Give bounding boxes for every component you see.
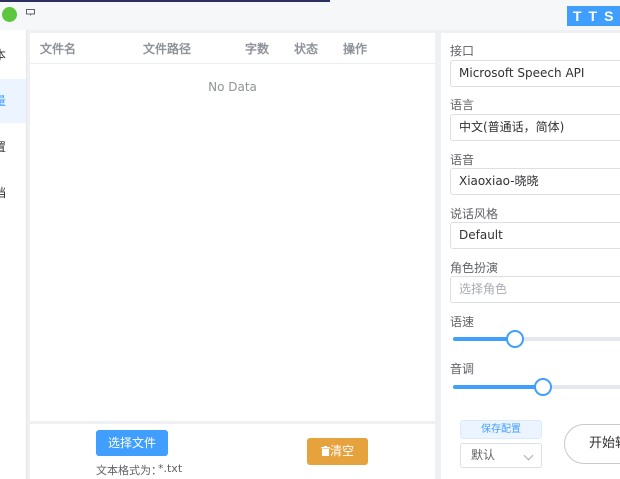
clear-button-label: 清空 xyxy=(329,444,354,458)
role-select[interactable]: 选择角色 xyxy=(450,276,620,303)
role-label: 角色扮演 xyxy=(450,261,499,275)
language-label: 语言 xyxy=(450,98,475,112)
column-header-status[interactable]: 状态 xyxy=(294,40,318,57)
chevron-down-icon xyxy=(523,450,534,461)
api-label: 接口 xyxy=(450,44,475,58)
select-file-button[interactable]: 选择文件 xyxy=(96,430,168,456)
status-dot-icon[interactable] xyxy=(2,7,17,22)
sidebar-item-docs[interactable]: 档 xyxy=(0,171,26,215)
rate-slider[interactable] xyxy=(453,330,620,348)
empty-state-text: No Data xyxy=(208,80,257,94)
file-table: 文件名 文件路径 字数 状态 操作 No Data xyxy=(30,33,435,421)
pitch-slider-fill xyxy=(453,385,543,389)
rate-slider-thumb[interactable] xyxy=(506,330,525,348)
style-select[interactable]: Default xyxy=(450,222,620,249)
save-config-button[interactable]: 保存配置 xyxy=(460,420,542,439)
app-banner: TTS xyxy=(567,6,620,26)
column-header-filename[interactable]: 文件名 xyxy=(40,40,76,57)
clear-button[interactable]: 清空 xyxy=(307,438,368,465)
pitch-label: 音调 xyxy=(450,362,475,376)
sidebar-item-batch[interactable]: 量 xyxy=(0,79,26,123)
file-actions-panel: 选择文件 文本格式为： *.txt 清空 xyxy=(30,424,435,479)
preset-select-value: 默认 xyxy=(471,448,496,462)
preset-select[interactable]: 默认 xyxy=(460,443,542,468)
rate-slider-fill xyxy=(453,337,515,341)
title-bar-accent-line xyxy=(0,0,330,2)
sidebar-item-settings[interactable]: 置 xyxy=(0,125,26,169)
pitch-slider[interactable] xyxy=(453,378,620,396)
sidebar-item-text[interactable]: 本 xyxy=(0,33,26,77)
voice-label: 语音 xyxy=(450,153,475,167)
language-select[interactable]: 中文(普通话，简体) xyxy=(450,114,620,141)
column-header-actions[interactable]: 操作 xyxy=(343,40,367,57)
format-label: 文本格式为： xyxy=(96,464,162,477)
table-header: 文件名 文件路径 字数 状态 操作 xyxy=(30,33,435,64)
start-convert-button[interactable]: 开始转 xyxy=(564,424,620,464)
settings-panel: 接口 Microsoft Speech API 语言 中文(普通话，简体) 语音… xyxy=(441,33,620,479)
rate-label: 语速 xyxy=(450,315,475,329)
pitch-slider-thumb[interactable] xyxy=(534,378,553,396)
sidebar: 本 量 置 档 xyxy=(0,30,27,479)
column-header-filepath[interactable]: 文件路径 xyxy=(143,40,191,57)
trash-icon xyxy=(320,446,330,456)
title-bar: TTS xyxy=(0,0,620,30)
format-value: *.txt xyxy=(158,462,183,475)
column-header-wordcount[interactable]: 字数 xyxy=(245,40,269,57)
style-label: 说话风格 xyxy=(450,207,499,221)
monitor-icon[interactable] xyxy=(26,9,35,16)
voice-select[interactable]: Xiaoxiao-晓晓 xyxy=(450,168,620,195)
api-select[interactable]: Microsoft Speech API xyxy=(450,60,620,87)
